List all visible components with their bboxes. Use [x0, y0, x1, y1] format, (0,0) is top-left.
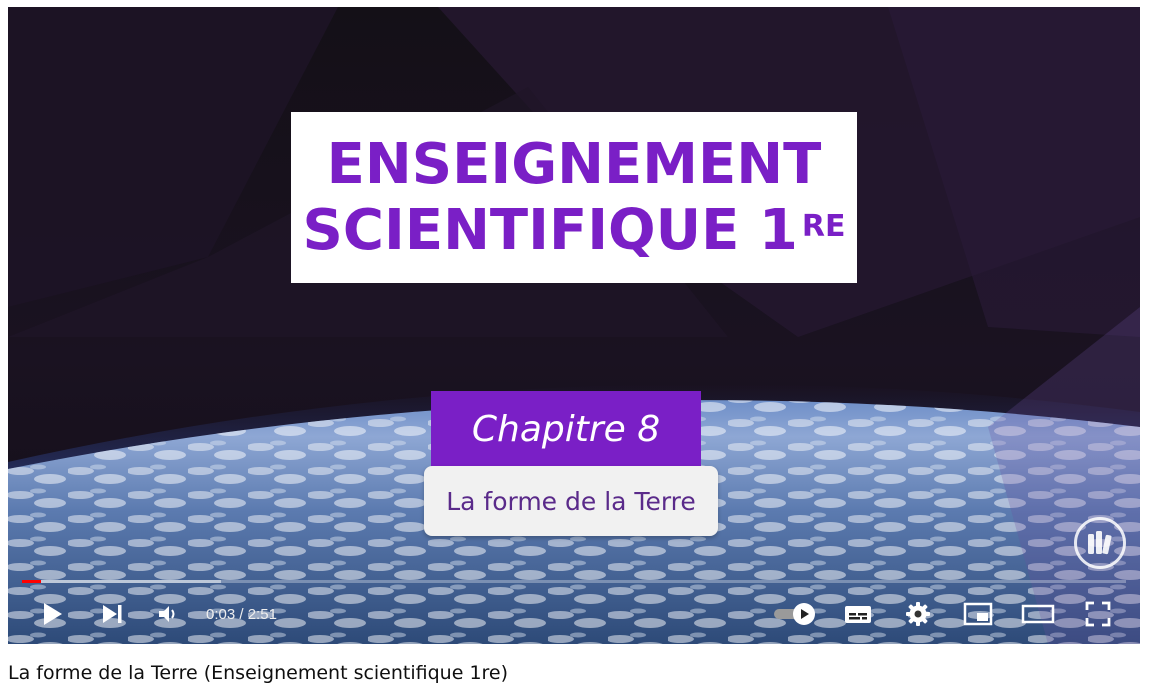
play-icon: [44, 603, 62, 625]
books-logo-icon: [1088, 531, 1112, 555]
fullscreen-icon: [1085, 601, 1111, 627]
duration: 2:51: [247, 605, 277, 623]
player-controls: 0:03 / 2:51: [8, 592, 1140, 636]
video-title[interactable]: La forme de la Terre (Enseignement scien…: [8, 662, 508, 684]
subtitles-button[interactable]: [838, 592, 878, 636]
course-title-line-2-text: SCIENTIFIQUE 1: [302, 197, 798, 263]
progress-bar[interactable]: [22, 580, 1126, 583]
course-title-superscript: RE: [801, 208, 846, 244]
next-video-button[interactable]: [94, 592, 130, 636]
autoplay-toggle[interactable]: [770, 592, 820, 636]
current-time: 0:03: [206, 605, 236, 623]
course-title-line-1: ENSEIGNEMENT: [326, 131, 822, 197]
course-title-card: ENSEIGNEMENT SCIENTIFIQUE 1 RE: [291, 112, 857, 283]
progress-buffered: [22, 580, 221, 583]
settings-button[interactable]: [898, 592, 938, 636]
mute-button[interactable]: [150, 592, 186, 636]
next-icon: [103, 605, 122, 623]
miniplayer-icon: [963, 602, 993, 626]
course-title-line-2: SCIENTIFIQUE 1 RE: [303, 198, 846, 264]
volume-icon: [159, 606, 175, 622]
time-display: 0:03 / 2:51: [206, 592, 277, 636]
chapter-subtitle: La forme de la Terre: [446, 486, 696, 516]
video-player[interactable]: ENSEIGNEMENT SCIENTIFIQUE 1 RE Chapitre 8…: [8, 7, 1140, 644]
time-separator: /: [235, 605, 248, 623]
play-button[interactable]: [34, 592, 70, 636]
settings-gear-icon: [906, 602, 930, 626]
chapter-label: Chapitre 8: [471, 408, 661, 450]
theater-mode-icon: [1021, 604, 1055, 624]
chapter-subtitle-box: La forme de la Terre: [424, 466, 718, 536]
theater-mode-button[interactable]: [1016, 592, 1060, 636]
autoplay-toggle-icon: [774, 603, 815, 625]
chapter-label-box: Chapitre 8: [431, 391, 701, 467]
fullscreen-button[interactable]: [1078, 592, 1118, 636]
subtitles-icon: [845, 606, 871, 623]
progress-played: [22, 580, 42, 583]
miniplayer-button[interactable]: [958, 592, 998, 636]
channel-watermark-logo[interactable]: [1074, 517, 1126, 569]
video-frame-earth-background: [8, 7, 1140, 644]
